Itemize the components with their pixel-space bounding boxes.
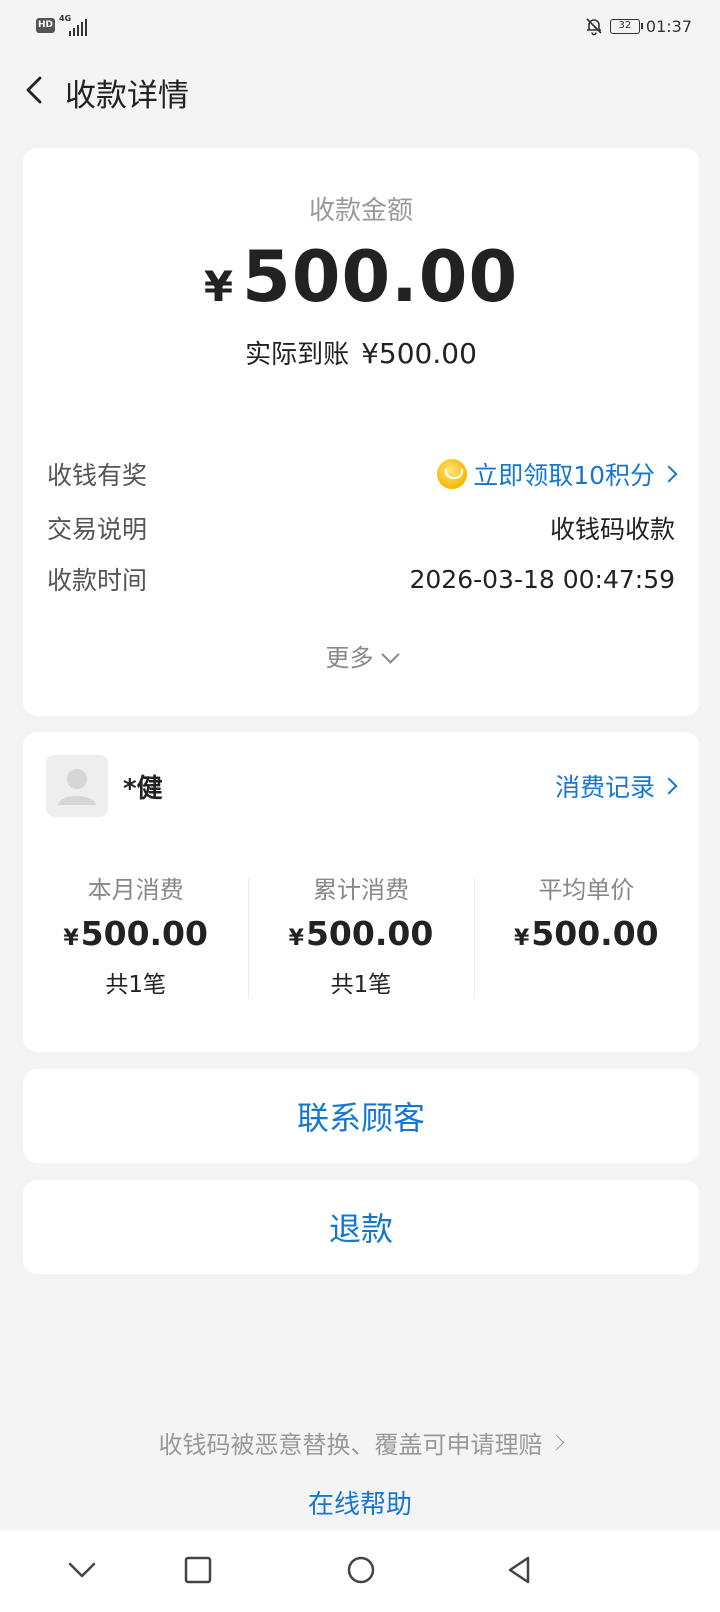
stat-number: 500.00: [531, 914, 659, 953]
refund-button[interactable]: 退款: [23, 1180, 699, 1274]
page-title: 收款详情: [65, 78, 189, 114]
system-nav-bar: [0, 1530, 720, 1612]
description-label: 交易说明: [47, 515, 148, 544]
home-icon[interactable]: [341, 1550, 381, 1590]
claim-link[interactable]: 收钱码被恶意替换、覆盖可申请理赔: [0, 1425, 720, 1460]
user-icon: [58, 769, 96, 805]
stat-average: 平均单价 ¥500.00: [473, 870, 699, 999]
claim-points-link[interactable]: 立即领取10积分: [437, 456, 678, 492]
chevron-down-icon: [380, 645, 400, 664]
received-label: 实际到账: [245, 340, 350, 370]
purchase-records-link[interactable]: 消费记录: [554, 768, 678, 804]
hd-badge: HD: [36, 18, 56, 33]
battery-icon: 32: [609, 18, 643, 34]
stat-currency: ¥: [63, 926, 79, 951]
stat-value: ¥500.00: [248, 914, 473, 953]
reward-label: 收钱有奖: [47, 461, 148, 490]
stat-number: 500.00: [80, 914, 208, 953]
status-right: 32 01:37: [584, 16, 692, 36]
contact-customer-button[interactable]: 联系顾客: [23, 1069, 699, 1163]
stat-value: ¥500.00: [474, 914, 699, 953]
claim-text: 收钱码被恶意替换、覆盖可申请理赔: [158, 1431, 543, 1459]
avatar[interactable]: [46, 755, 108, 817]
records-link-text: 消费记录: [554, 773, 655, 802]
received-amount: 实际到账 ¥500.00: [23, 334, 699, 371]
amount-label: 收款金额: [308, 196, 413, 226]
coin-icon: [437, 459, 468, 489]
stat-total: 累计消费 ¥500.00 共1笔: [248, 870, 473, 999]
detail-row-description: 交易说明 收钱码收款: [47, 510, 675, 546]
stat-currency: ¥: [513, 926, 530, 951]
stat-label: 累计消费: [312, 876, 409, 904]
stat-label: 本月消费: [87, 876, 184, 904]
stat-label: 平均单价: [538, 876, 635, 904]
time-label: 收款时间: [47, 566, 148, 595]
mute-bell-icon: [586, 18, 602, 36]
stat-count: 共1笔: [330, 972, 392, 998]
time-value: 2026-03-18 00:47:59: [409, 564, 675, 594]
currency-symbol: ¥: [203, 262, 235, 311]
payment-card: 收款金额 ¥500.00 实际到账 ¥500.00 收钱有奖 立即领取10积分 交…: [23, 148, 699, 716]
customer-stats: 本月消费 ¥500.00 共1笔 累计消费 ¥500.00 共1笔 平均单价 ¥…: [23, 870, 699, 999]
more-button[interactable]: 更多: [23, 638, 699, 673]
stat-count: 共1笔: [105, 972, 166, 998]
back-triangle-icon[interactable]: [500, 1550, 540, 1590]
detail-row-reward: 收钱有奖 立即领取10积分: [47, 456, 678, 492]
signal-icon: 4G: [59, 14, 89, 36]
chevron-right-icon: [660, 777, 678, 795]
detail-row-time: 收款时间 2026-03-18 00:47:59: [47, 561, 675, 597]
stat-currency: ¥: [288, 926, 304, 951]
description-value: 收钱码收款: [549, 515, 675, 544]
claim-points-text: 立即领取10积分: [473, 461, 655, 490]
stat-number: 500.00: [305, 914, 434, 953]
status-bar: HD 4G 32 01:37: [0, 0, 720, 52]
more-label: 更多: [325, 644, 374, 672]
chevron-left-icon[interactable]: [20, 74, 52, 106]
status-left: HD 4G: [36, 14, 89, 36]
nav-bar: 收款详情: [0, 58, 720, 122]
customer-name: *健: [123, 774, 163, 804]
chevron-right-icon: [548, 1434, 564, 1451]
chevron-down-icon[interactable]: [62, 1550, 102, 1590]
status-time: 01:37: [645, 16, 692, 36]
amount-number: 500.00: [242, 236, 519, 318]
stat-value: ¥500.00: [23, 914, 248, 953]
recent-apps-icon[interactable]: [178, 1550, 218, 1590]
amount-value: ¥500.00: [23, 236, 699, 318]
stat-month: 本月消费 ¥500.00 共1笔: [23, 870, 248, 999]
received-value: ¥500.00: [361, 337, 477, 370]
online-help-link[interactable]: 在线帮助: [0, 1484, 720, 1521]
chevron-right-icon: [660, 465, 678, 483]
customer-card: *健 消费记录 本月消费 ¥500.00 共1笔 累计消费 ¥500.00 共1…: [23, 732, 699, 1052]
